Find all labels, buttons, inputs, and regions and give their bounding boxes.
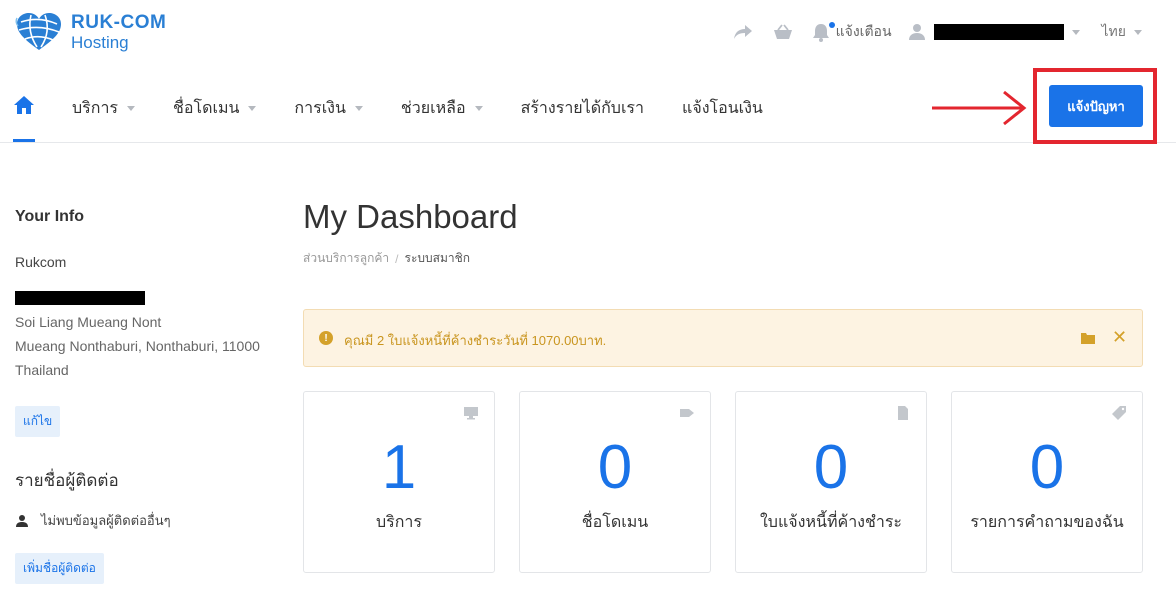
card-value: 1: [381, 433, 417, 502]
chevron-down-icon: [248, 106, 257, 111]
address-line: Mueang Nonthaburi, Nonthaburi, 11000: [15, 338, 260, 354]
basket-icon[interactable]: [772, 21, 794, 43]
card-my-tickets[interactable]: 0 รายการคำถามของฉัน: [951, 391, 1143, 573]
folder-icon[interactable]: [1081, 332, 1095, 344]
breadcrumb-current: ระบบสมาชิก: [404, 251, 471, 265]
add-contact-button[interactable]: เพิ่มชื่อผู้ติดต่อ: [15, 553, 104, 584]
report-problem-button[interactable]: แจ้งปัญหา: [1049, 85, 1143, 127]
nav-active-indicator: [13, 139, 35, 142]
user-menu[interactable]: [908, 23, 1080, 41]
home-icon[interactable]: [13, 94, 35, 116]
card-label: บริการ: [375, 514, 422, 531]
no-contacts-row: ไม่พบข้อมูลผู้ติดต่ออื่นๆ: [15, 510, 171, 531]
redacted-field: [15, 291, 145, 305]
no-contacts-text: ไม่พบข้อมูลผู้ติดต่ออื่นๆ: [41, 513, 171, 528]
card-value: 0: [813, 433, 849, 502]
chevron-down-icon: [474, 106, 483, 111]
annotation-arrow-icon: [932, 90, 1027, 126]
your-info-heading: Your Info: [15, 208, 85, 225]
chevron-down-icon: [127, 106, 136, 111]
edit-info-button[interactable]: แก้ไข: [15, 406, 61, 437]
nav-item-label: การเงิน: [294, 100, 346, 117]
nav-item-label: สร้างรายได้กับเรา: [520, 100, 644, 117]
nav-item-support[interactable]: ช่วยเหลือ: [401, 96, 483, 121]
nav-item-services[interactable]: บริการ: [72, 96, 136, 121]
user-name-redacted: [933, 24, 1064, 40]
chevron-down-icon: [1134, 29, 1142, 35]
notifications-button[interactable]: แจ้งเตือน: [812, 21, 892, 43]
notifications-label: แจ้งเตือน: [835, 23, 892, 39]
card-label: รายการคำถามของฉัน: [970, 514, 1124, 531]
close-icon[interactable]: ✕: [1112, 326, 1127, 348]
contacts-heading: รายชื่อผู้ติดต่อ: [15, 471, 119, 490]
monitor-icon: [464, 407, 478, 420]
brand-logo[interactable]: RUK-COM Hosting: [15, 12, 166, 52]
chevron-down-icon: [1071, 29, 1080, 35]
account-name: Rukcom: [15, 254, 67, 270]
card-services[interactable]: 1 บริการ: [303, 391, 495, 573]
chevron-down-icon: [354, 106, 363, 111]
language-selector[interactable]: ไทย: [1102, 21, 1142, 43]
top-header: RUK-COM Hosting แจ้งเตือน ไทย: [0, 0, 1176, 62]
summary-cards: 1 บริการ 0 ชื่อโดเมน 0 ใบแจ้งหนี้ที่ค้าง…: [303, 391, 1143, 573]
notification-badge-dot: [828, 22, 835, 28]
nav-item-label: ช่วยเหลือ: [400, 100, 466, 117]
ticket-icon: [1112, 406, 1126, 420]
nav-item-payment-notify[interactable]: แจ้งโอนเงิน: [682, 96, 763, 121]
share-icon[interactable]: [732, 21, 754, 43]
nav-item-label: แจ้งโอนเงิน: [682, 100, 763, 117]
user-icon: [908, 24, 925, 40]
card-value: 0: [1029, 433, 1065, 502]
page-title: My Dashboard: [303, 198, 518, 235]
nav-item-label: บริการ: [72, 100, 119, 117]
address-line: Thailand: [15, 362, 69, 378]
language-label: ไทย: [1101, 23, 1126, 39]
bell-icon: [812, 24, 829, 42]
breadcrumb-parent-link[interactable]: ส่วนบริการลูกค้า: [303, 249, 389, 268]
account-address: Soi Liang Mueang Nont Mueang Nonthaburi,…: [15, 310, 260, 382]
nav-item-label: ชื่อโดเมน: [173, 100, 240, 117]
address-line: Soi Liang Mueang Nont: [15, 314, 162, 330]
globe-heart-logo-icon: [15, 13, 61, 50]
breadcrumb: ส่วนบริการลูกค้า / ระบบสมาชิก: [303, 249, 470, 268]
brand-name: RUK-COM: [71, 12, 167, 33]
breadcrumb-separator: /: [395, 251, 399, 266]
nav-item-domains[interactable]: ชื่อโดเมน: [173, 96, 257, 121]
alert-text[interactable]: คุณมี 2 ใบแจ้งหนี้ที่ค้างชำระวันที่ 1070…: [344, 330, 606, 351]
card-label: ชื่อโดเมน: [581, 514, 649, 531]
user-icon: [16, 514, 28, 527]
card-value: 0: [597, 433, 633, 502]
card-domains[interactable]: 0 ชื่อโดเมน: [519, 391, 711, 573]
card-label: ใบแจ้งหนี้ที่ค้างชำระ: [759, 514, 903, 531]
nav-items: บริการ ชื่อโดเมน การเงิน ช่วยเหลือ สร้าง…: [72, 96, 801, 121]
nav-item-affiliate[interactable]: สร้างรายได้กับเรา: [521, 96, 644, 121]
nav-item-billing[interactable]: การเงิน: [294, 96, 363, 121]
exclamation-icon: !: [319, 331, 333, 345]
unpaid-invoice-alert: ! คุณมี 2 ใบแจ้งหนี้ที่ค้างชำระวันที่ 10…: [303, 309, 1143, 367]
card-unpaid-invoices[interactable]: 0 ใบแจ้งหนี้ที่ค้างชำระ: [735, 391, 927, 573]
document-icon: [898, 406, 908, 420]
tag-icon: [680, 409, 694, 417]
brand-subtitle: Hosting: [71, 33, 129, 52]
header-actions: แจ้งเตือน ไทย: [714, 18, 1142, 46]
sidebar: Your Info Rukcom Soi Liang Mueang Nont M…: [15, 208, 275, 584]
